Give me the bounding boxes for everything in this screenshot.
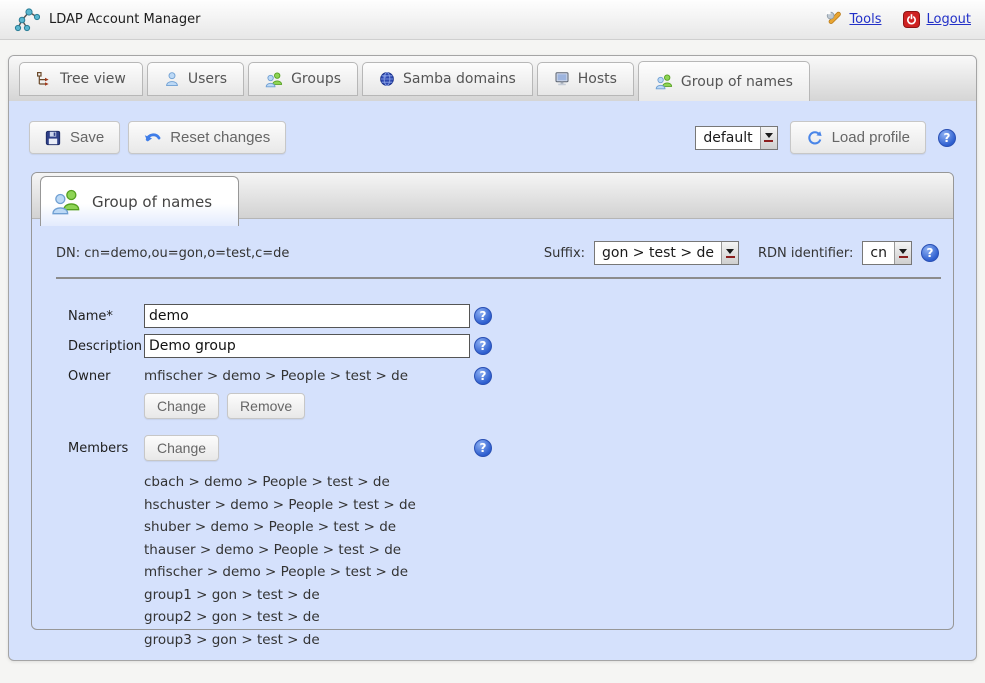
host-monitor-icon <box>554 71 570 87</box>
member-item: group3 > gon > test > de <box>144 629 941 652</box>
tab-hosts-label: Hosts <box>578 71 617 87</box>
tab-groups[interactable]: Groups <box>248 62 358 96</box>
panel-tab-label: Group of names <box>92 193 212 211</box>
dn-controls: Suffix: gon > test > de RDN identifier: … <box>544 241 939 265</box>
load-profile-label: Load profile <box>832 129 910 146</box>
undo-arrow-icon <box>144 130 161 145</box>
name-input[interactable] <box>144 304 470 328</box>
members-help-icon[interactable]: ? <box>474 439 492 457</box>
header-actions: Tools Logout <box>826 11 971 28</box>
reset-changes-label: Reset changes <box>170 129 270 146</box>
reset-changes-button[interactable]: Reset changes <box>128 121 286 154</box>
member-item: thauser > demo > People > test > de <box>144 539 941 562</box>
dn-text: DN: cn=demo,ou=gon,o=test,c=de <box>56 246 289 261</box>
description-help-icon[interactable]: ? <box>474 337 492 355</box>
owner-label: Owner <box>68 369 144 384</box>
profile-select-value: default <box>696 127 759 149</box>
profile-select[interactable]: default <box>695 126 777 150</box>
tools-label: Tools <box>849 12 881 27</box>
lam-logo-icon <box>14 7 40 33</box>
load-profile-button[interactable]: Load profile <box>790 121 926 154</box>
group-of-names-panel: Group of names DN: cn=demo,ou=gon,o=test… <box>31 172 954 630</box>
tab-users[interactable]: Users <box>147 62 244 96</box>
select-arrow-icon <box>894 242 911 264</box>
rdn-select-value: cn <box>863 242 894 264</box>
group-form: Name* ? Description ? Owne <box>44 279 941 651</box>
tab-group-of-names-label: Group of names <box>681 74 793 90</box>
refresh-arrow-icon <box>806 129 823 146</box>
tab-samba-domains-label: Samba domains <box>403 71 516 87</box>
tools-link[interactable]: Tools <box>826 11 881 28</box>
save-label: Save <box>70 129 104 146</box>
member-item: shuber > demo > People > test > de <box>144 516 941 539</box>
owner-remove-label: Remove <box>240 398 292 414</box>
member-item: mfischer > demo > People > test > de <box>144 561 941 584</box>
members-change-button[interactable]: Change <box>144 435 219 461</box>
wrench-icon <box>826 11 843 28</box>
tab-groups-label: Groups <box>291 71 341 87</box>
member-item: hschuster > demo > People > test > de <box>144 494 941 517</box>
members-label: Members <box>68 441 144 456</box>
name-row: Name* ? <box>68 303 941 329</box>
floppy-disk-icon <box>45 130 61 146</box>
rdn-help-icon[interactable]: ? <box>921 244 939 262</box>
owner-change-label: Change <box>157 398 206 414</box>
name-label: Name* <box>68 309 144 324</box>
main-container: Tree view Users <box>8 55 977 661</box>
profile-controls: default Load profile ? <box>695 121 956 154</box>
owner-buttons-row: Change Remove <box>68 393 941 419</box>
description-label: Description <box>68 339 144 354</box>
panel-tab-group-of-names[interactable]: Group of names <box>40 176 239 226</box>
power-off-icon <box>903 11 920 28</box>
toolbar-help-icon[interactable]: ? <box>938 129 956 147</box>
tab-tree-view-label: Tree view <box>60 71 126 87</box>
lam-application-window: LDAP Account Manager Tools <box>0 0 985 683</box>
tab-samba-domains[interactable]: Samba domains <box>362 62 533 96</box>
owner-value: mfischer > demo > People > test > de <box>144 368 474 384</box>
tab-tree-view[interactable]: Tree view <box>19 62 143 96</box>
select-arrow-icon <box>721 242 738 264</box>
suffix-label: Suffix: <box>544 246 585 261</box>
name-help-icon[interactable]: ? <box>474 307 492 325</box>
panel-body: DN: cn=demo,ou=gon,o=test,c=de Suffix: g… <box>32 219 953 651</box>
tab-hosts[interactable]: Hosts <box>537 62 634 96</box>
logout-label: Logout <box>926 12 971 27</box>
action-toolbar: Save Reset changes default <box>9 101 976 172</box>
tab-users-label: Users <box>188 71 227 87</box>
globe-icon <box>379 71 395 87</box>
top-header: LDAP Account Manager Tools <box>0 0 985 40</box>
owner-help-icon[interactable]: ? <box>474 367 492 385</box>
logout-link[interactable]: Logout <box>903 11 971 28</box>
member-item: group2 > gon > test > de <box>144 606 941 629</box>
suffix-select[interactable]: gon > test > de <box>594 241 739 265</box>
members-change-label: Change <box>157 440 206 456</box>
save-button[interactable]: Save <box>29 121 120 154</box>
app-title: LDAP Account Manager <box>49 12 201 27</box>
tree-view-icon <box>36 71 52 87</box>
module-tabbar: Tree view Users <box>9 56 976 101</box>
members-row: Members Change ? <box>68 435 941 461</box>
group-icon <box>655 73 673 90</box>
tab-group-of-names[interactable]: Group of names <box>638 61 810 101</box>
owner-row: Owner mfischer > demo > People > test > … <box>68 363 941 389</box>
group-icon <box>265 71 283 88</box>
owner-change-button[interactable]: Change <box>144 393 219 419</box>
members-list: cbach > demo > People > test > de hschus… <box>144 471 941 651</box>
user-icon <box>164 71 180 87</box>
suffix-select-value: gon > test > de <box>595 242 721 264</box>
select-arrow-icon <box>760 127 777 149</box>
description-input[interactable] <box>144 334 470 358</box>
member-item: cbach > demo > People > test > de <box>144 471 941 494</box>
group-icon <box>51 187 81 216</box>
member-item: group1 > gon > test > de <box>144 584 941 607</box>
dn-row: DN: cn=demo,ou=gon,o=test,c=de Suffix: g… <box>44 231 941 277</box>
description-row: Description ? <box>68 333 941 359</box>
rdn-label: RDN identifier: <box>758 246 853 261</box>
rdn-select[interactable]: cn <box>862 241 912 265</box>
owner-remove-button[interactable]: Remove <box>227 393 305 419</box>
